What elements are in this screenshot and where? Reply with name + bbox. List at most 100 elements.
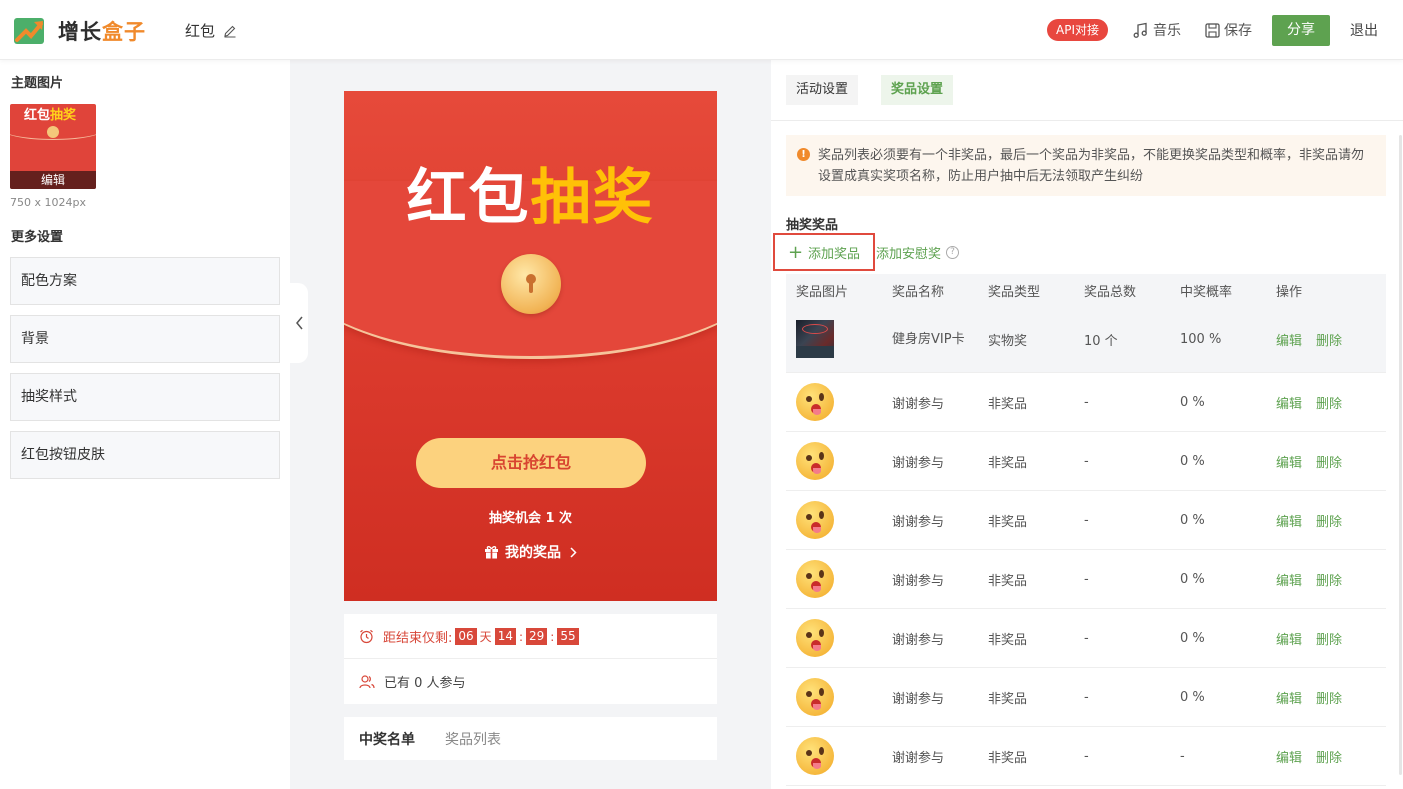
users-icon [359, 675, 375, 689]
delete-link[interactable]: 删除 [1316, 688, 1342, 707]
prize-type: 非奖品 [988, 691, 1028, 707]
participants-count: 已有 0 人参与 [384, 676, 466, 691]
setting-button-skin[interactable]: 红包按钮皮肤 [10, 431, 280, 479]
prize-type: 非奖品 [988, 750, 1028, 766]
delete-link[interactable]: 删除 [1316, 452, 1342, 471]
prize-type: 非奖品 [988, 514, 1028, 530]
edit-link[interactable]: 编辑 [1276, 511, 1302, 530]
prize-rate: 0 % [1180, 394, 1205, 410]
prize-total: - [1084, 453, 1089, 469]
table-row: 谢谢参与 非奖品 - 0 % 编辑 删除 [786, 432, 1386, 491]
table-row: 谢谢参与 非奖品 - 0 % 编辑 删除 [786, 609, 1386, 668]
countdown-hours: 14 [494, 628, 516, 645]
add-prize-button[interactable]: + 添加奖品 [773, 233, 875, 271]
prize-total: - [1084, 630, 1089, 646]
plus-icon: + [787, 241, 804, 263]
chevron-right-icon [570, 546, 577, 558]
activity-info-card: 距结束仅剩: 06 天 14 : 29 : 55 已有 0 人参与 [344, 614, 717, 704]
logout-button[interactable]: 退出 [1350, 20, 1378, 40]
participants-row: 已有 0 人参与 [359, 659, 466, 704]
collapse-panel-button[interactable] [290, 283, 308, 363]
prize-section-title: 抽奖奖品 [786, 218, 839, 233]
setting-lottery-style[interactable]: 抽奖样式 [10, 373, 280, 421]
countdown-separator: : [518, 629, 524, 644]
left-settings-panel: 主题图片 红包抽奖 编辑 750 x 1024px 更多设置 配色方案 背景 抽… [0, 60, 290, 789]
delete-link[interactable]: 删除 [1316, 330, 1342, 349]
warning-icon: ! [797, 148, 810, 161]
prize-rate: 0 % [1180, 630, 1205, 646]
gym-vip-card-image [796, 320, 834, 358]
table-row: 谢谢参与 非奖品 - 0 % 编辑 删除 [786, 373, 1386, 432]
prize-total: - [1084, 689, 1089, 705]
tab-prize-settings[interactable]: 奖品设置 [881, 75, 954, 105]
top-header: 增长盒子 红包 API对接 音乐 保存 分享 退出 [0, 0, 1403, 60]
prize-rate: 0 % [1180, 689, 1205, 705]
grab-red-packet-button[interactable]: 点击抢红包 [416, 438, 646, 488]
add-consolation-prize-button[interactable]: 添加安慰奖 ? [876, 243, 960, 262]
envelope-seal [501, 254, 561, 314]
countdown-day-unit: 天 [479, 630, 492, 644]
save-button[interactable]: 保存 [1205, 20, 1252, 40]
logo-text: 增长盒子 [58, 20, 146, 44]
prize-rate: 0 % [1180, 571, 1205, 587]
music-button[interactable]: 音乐 [1132, 20, 1181, 40]
prize-type: 非奖品 [988, 396, 1028, 412]
column-header: 奖品类型 [988, 284, 1041, 300]
right-config-panel: 活动设置 奖品设置 ! 奖品列表必须要有一个非奖品，最后一个奖品为非奖品，不能更… [771, 60, 1403, 789]
api-badge[interactable]: API对接 [1047, 19, 1108, 41]
alarm-clock-icon [360, 629, 373, 644]
edit-link[interactable]: 编辑 [1276, 688, 1302, 707]
prize-total: - [1084, 512, 1089, 528]
more-settings-title: 更多设置 [11, 230, 64, 245]
edit-link[interactable]: 编辑 [1276, 330, 1302, 349]
image-size-hint: 750 x 1024px [10, 196, 86, 209]
delete-link[interactable]: 删除 [1316, 511, 1342, 530]
vertical-scrollbar[interactable] [1399, 135, 1402, 775]
table-header: 奖品图片 奖品名称 奖品类型 奖品总数 中奖概率 操作 [786, 274, 1386, 306]
prize-rate: 0 % [1180, 453, 1205, 469]
countdown-row: 距结束仅剩: 06 天 14 : 29 : 55 [359, 614, 582, 659]
music-icon [1133, 22, 1147, 38]
face-emoji-icon [796, 678, 834, 716]
prize-total: 10 个 [1084, 333, 1118, 349]
logo-icon [14, 16, 46, 46]
pencil-icon[interactable] [223, 24, 237, 38]
prize-name: 谢谢参与 [892, 750, 945, 766]
share-button[interactable]: 分享 [1272, 15, 1330, 46]
setting-background[interactable]: 背景 [10, 315, 280, 363]
face-emoji-icon [796, 501, 834, 539]
column-header: 奖品总数 [1084, 284, 1137, 300]
prize-name: 谢谢参与 [892, 573, 945, 589]
tab-winners-list[interactable]: 中奖名单 [359, 729, 415, 749]
thumbnail-title: 红包抽奖 [24, 108, 77, 123]
document-title[interactable]: 红包 [185, 20, 237, 41]
tab-activity-settings[interactable]: 活动设置 [786, 75, 859, 105]
face-emoji-icon [796, 560, 834, 598]
my-prizes-link[interactable]: 我的奖品 [344, 542, 717, 562]
tab-prize-list[interactable]: 奖品列表 [445, 729, 501, 749]
edit-link[interactable]: 编辑 [1276, 570, 1302, 589]
thumbnail-edit-button[interactable]: 编辑 [10, 171, 96, 189]
edit-link[interactable]: 编辑 [1276, 629, 1302, 648]
red-packet-preview: 红包抽奖 点击抢红包 抽奖机会 1 次 我的奖品 [344, 91, 717, 601]
edit-link[interactable]: 编辑 [1276, 393, 1302, 412]
help-icon[interactable]: ? [946, 246, 960, 259]
prize-type: 非奖品 [988, 455, 1028, 471]
column-header: 中奖概率 [1180, 284, 1233, 300]
delete-link[interactable]: 删除 [1316, 747, 1342, 766]
gift-icon [485, 546, 498, 559]
theme-image-thumbnail[interactable]: 红包抽奖 编辑 [10, 104, 96, 189]
edit-link[interactable]: 编辑 [1276, 747, 1302, 766]
delete-link[interactable]: 删除 [1316, 629, 1342, 648]
prize-name: 谢谢参与 [892, 514, 945, 530]
delete-link[interactable]: 删除 [1316, 570, 1342, 589]
edit-link[interactable]: 编辑 [1276, 452, 1302, 471]
table-row: 谢谢参与 非奖品 - 0 % 编辑 删除 [786, 550, 1386, 609]
app-logo[interactable]: 增长盒子 [14, 16, 146, 46]
setting-color-scheme[interactable]: 配色方案 [10, 257, 280, 305]
prize-total: - [1084, 748, 1089, 764]
prize-table: 奖品图片 奖品名称 奖品类型 奖品总数 中奖概率 操作 健身房VIP卡 实物奖 … [786, 274, 1386, 786]
prize-rate: - [1180, 748, 1185, 764]
delete-link[interactable]: 删除 [1316, 393, 1342, 412]
prize-total: - [1084, 394, 1089, 410]
